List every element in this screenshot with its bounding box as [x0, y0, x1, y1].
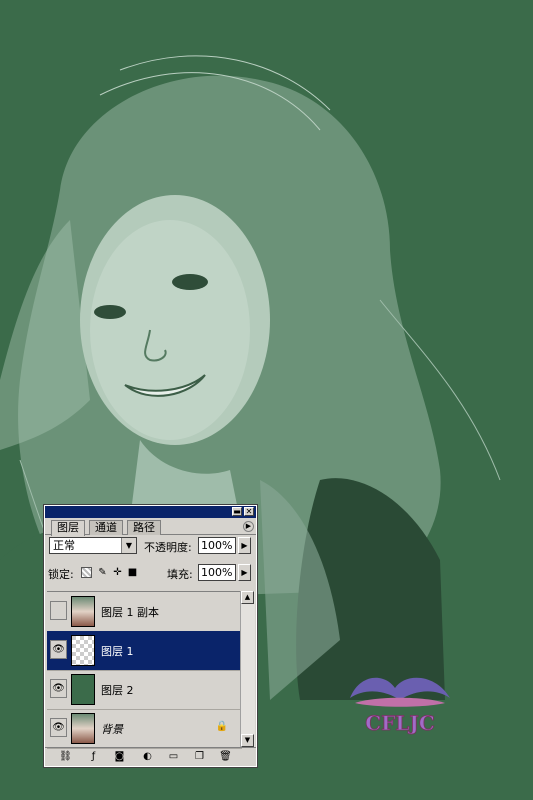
layer-name: 背景: [101, 723, 123, 736]
adjustment-layer-icon[interactable]: ◐: [141, 751, 154, 763]
new-layer-icon[interactable]: ❐: [193, 751, 206, 763]
layer-name: 图层 1 副本: [101, 606, 159, 619]
layer-thumbnail: [71, 713, 95, 744]
layer-name: 图层 1: [101, 645, 134, 658]
opacity-arrow-button[interactable]: ▶: [238, 537, 251, 554]
scroll-down-icon[interactable]: ▼: [241, 734, 254, 747]
layer-row[interactable]: 👁 背景 🔒: [47, 709, 242, 749]
fill-input[interactable]: 100%: [198, 564, 236, 581]
eye-icon[interactable]: 👁: [50, 640, 67, 659]
opacity-label: 不透明度:: [144, 541, 192, 554]
chevron-down-icon: ▼: [121, 538, 136, 553]
add-mask-icon[interactable]: ◙: [113, 751, 126, 763]
minimize-button[interactable]: ▬: [232, 507, 242, 516]
lock-move-icon[interactable]: ✛: [112, 567, 123, 578]
fill-label: 填充:: [167, 568, 193, 581]
layer-row-selected[interactable]: 👁 图层 1: [47, 631, 242, 671]
layer-scrollbar[interactable]: ▲ ▼: [240, 591, 255, 747]
lock-row: 锁定: ✎ ✛ ■ 填充: 100% ▶: [45, 563, 256, 583]
layer-name: 图层 2: [101, 684, 134, 697]
panel-title-bar[interactable]: ▬ ✕: [45, 506, 256, 518]
close-button[interactable]: ✕: [244, 507, 254, 516]
delete-layer-icon[interactable]: 🗑: [219, 751, 232, 763]
new-group-icon[interactable]: ▭: [167, 751, 180, 763]
lock-label: 锁定:: [48, 568, 74, 581]
layers-panel: ▬ ✕ 图层 通道 路径 ▶ 正常 ▼ 不透明度: 100% ▶ 锁定: ✎ ✛…: [43, 504, 258, 768]
tab-paths[interactable]: 路径: [127, 520, 161, 535]
lock-transparency-icon[interactable]: [81, 567, 92, 578]
tab-channels[interactable]: 通道: [89, 520, 123, 535]
layer-row[interactable]: 👁 图层 2: [47, 670, 242, 710]
layer-thumbnail: [71, 596, 95, 627]
panel-menu-icon[interactable]: ▶: [243, 521, 254, 532]
blend-mode-value: 正常: [53, 539, 75, 552]
link-layers-icon[interactable]: ⛓: [59, 751, 72, 763]
tab-layers[interactable]: 图层: [51, 520, 85, 536]
panel-tabs: 图层 通道 路径 ▶: [45, 518, 256, 536]
watermark-logo: CFLJC: [350, 677, 450, 735]
eye-icon[interactable]: 👁: [50, 679, 67, 698]
layer-row[interactable]: 图层 1 副本: [47, 592, 242, 632]
panel-bottom-bar: ⛓ ƒ ◙ ◐ ▭ ❐ 🗑: [45, 747, 256, 766]
layer-thumbnail: [71, 635, 95, 666]
layer-list: 图层 1 副本 👁 图层 1 👁 图层 2 👁 背景 🔒: [47, 591, 242, 749]
fill-arrow-button[interactable]: ▶: [238, 564, 251, 581]
blend-row: 正常 ▼ 不透明度: 100% ▶: [45, 536, 256, 556]
scroll-up-icon[interactable]: ▲: [241, 591, 254, 604]
lock-brush-icon[interactable]: ✎: [97, 567, 108, 578]
layer-style-icon[interactable]: ƒ: [87, 751, 100, 763]
layer-thumbnail: [71, 674, 95, 705]
lock-icon: 🔒: [215, 721, 228, 732]
blend-mode-select[interactable]: 正常 ▼: [49, 537, 137, 554]
visibility-toggle[interactable]: [50, 601, 67, 620]
lock-all-icon[interactable]: ■: [127, 567, 138, 578]
opacity-input[interactable]: 100%: [198, 537, 236, 554]
eye-icon[interactable]: 👁: [50, 718, 67, 737]
watermark-text: CFLJC: [365, 711, 435, 735]
